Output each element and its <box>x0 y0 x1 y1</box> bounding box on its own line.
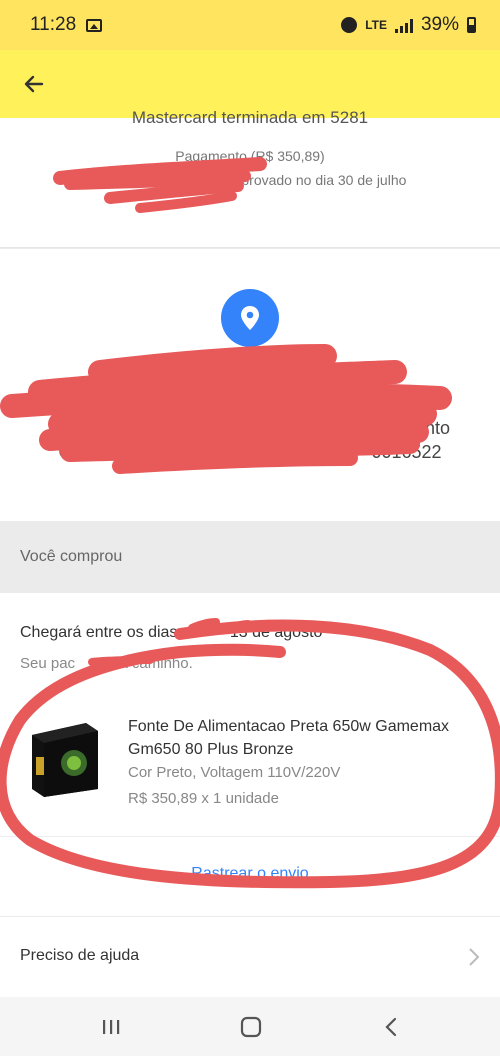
address-line-1-start: Avenida A <box>119 367 201 387</box>
system-back-icon <box>385 1017 397 1037</box>
signal-icon <box>394 17 413 33</box>
address-card: Avenida A 85 Jar nto C 0016522 <box>0 249 500 521</box>
system-nav-bar <box>0 997 500 1056</box>
status-prefix: Seu pac <box>20 655 76 672</box>
status-time: 11:28 <box>30 14 77 35</box>
arrow-left-icon <box>24 75 44 93</box>
status-right-group: LTE 39% <box>341 14 476 36</box>
help-label: Preciso de ajuda <box>20 947 140 964</box>
payment-card: Mastercard terminada em 5281 Pagamento (… <box>0 108 500 248</box>
product-thumbnail <box>32 723 98 797</box>
status-bar: 11:28 LTE 39% <box>0 0 500 50</box>
arrival-suffix: 13 de agosto <box>229 624 323 641</box>
address-line-4-end: 0016522 <box>371 442 442 462</box>
home-button[interactable] <box>236 1013 266 1041</box>
image-icon <box>86 18 103 32</box>
battery-percent: 39% <box>420 14 459 35</box>
product-item[interactable]: Fonte De Alimentacao Preta 650w Gamemax … <box>0 695 500 837</box>
track-shipment-link[interactable]: Rastrear o envio <box>0 865 500 883</box>
address-line-3-end: nto <box>424 418 451 438</box>
address-line-1: Avenida A 85 <box>0 367 500 388</box>
order-card: Chegará entre os dias 13 de agosto Seu p… <box>0 593 500 916</box>
purchase-section-label: Você comprou <box>0 521 500 593</box>
help-row[interactable]: Preciso de ajuda <box>0 917 500 997</box>
payment-approved: aprovado no dia 30 de julho <box>0 172 500 188</box>
chevron-right-icon <box>469 948 480 966</box>
status-suffix: sta a caminho. <box>95 655 193 672</box>
alarm-icon <box>341 17 358 33</box>
network-label: LTE <box>365 18 387 32</box>
recent-apps-button[interactable] <box>96 1013 126 1041</box>
product-variant: Cor Preto, Voltagem 110V/220V <box>128 764 341 781</box>
address-line-3-start: Jar <box>49 418 75 438</box>
shipping-status: Seu pac sta a caminho. <box>20 655 193 672</box>
address-line-3: Jar nto <box>0 418 500 439</box>
back-button[interactable] <box>18 68 50 100</box>
address-line-4-start: C <box>58 442 72 462</box>
location-pin-icon <box>221 289 279 347</box>
system-back-button[interactable] <box>376 1013 406 1041</box>
address-line-1-end: 85 <box>360 367 381 387</box>
payment-approved-text: aprovado no dia 30 de julho <box>233 172 407 188</box>
arrival-prefix: Chegará entre os dias <box>20 624 178 641</box>
home-icon <box>240 1016 262 1038</box>
address-line-4: C 0016522 <box>0 442 500 463</box>
recent-apps-icon <box>103 1020 120 1034</box>
payment-amount: Pagamento (R$ 350,89) <box>175 148 325 164</box>
payment-method: Mastercard terminada em 5281 <box>131 108 369 127</box>
arrival-estimate: Chegará entre os dias 13 de agosto <box>20 624 322 642</box>
product-title: Fonte De Alimentacao Preta 650w Gamemax … <box>128 718 450 758</box>
battery-icon <box>467 17 476 33</box>
product-price: R$ 350,89 x 1 unidade <box>128 790 279 807</box>
